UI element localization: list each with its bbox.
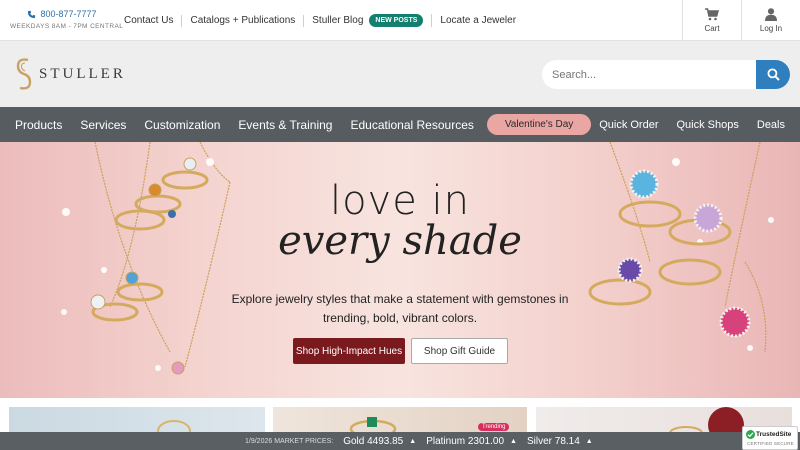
ticker-content: 1/9/2026 MARKET PRICES: Gold 4493.85 ▲ Pl…	[245, 432, 593, 450]
phone-icon	[28, 10, 36, 18]
blog-label: Stuller Blog	[312, 14, 364, 26]
hero-buttons: Shop High-Impact Hues Shop Gift Guide	[293, 338, 508, 364]
main-nav: Products Services Customization Events &…	[0, 107, 800, 142]
nav-right: Quick Order Quick Shops Deals	[590, 107, 794, 142]
login-button[interactable]: Log In	[741, 0, 800, 41]
nav-services[interactable]: Services	[71, 118, 135, 132]
platinum-price-value: Platinum 2301.00	[426, 435, 505, 447]
gold-price-value: Gold 4493.85	[343, 435, 404, 447]
promo-tiles	[0, 398, 800, 437]
market-ticker: 1/9/2026 MARKET PRICES: Gold 4493.85 ▲ Pl…	[0, 432, 800, 450]
catalogs-link[interactable]: Catalogs + Publications	[182, 14, 305, 27]
hero-title-line2: every shade	[278, 218, 522, 264]
up-arrow-icon: ▲	[409, 437, 417, 445]
hero-banner[interactable]: love in every shade Explore jewelry styl…	[0, 142, 800, 398]
phone-number: 800-877-7777	[40, 9, 97, 19]
cart-label: Cart	[704, 24, 720, 33]
shop-gift-guide-button[interactable]: Shop Gift Guide	[411, 338, 508, 364]
cart-icon	[705, 8, 719, 21]
logo-search-band: STULLER	[0, 41, 800, 107]
gold-price: Gold 4493.85 ▲	[343, 436, 416, 447]
nav-products[interactable]: Products	[6, 118, 71, 132]
hero-description: Explore jewelry styles that make a state…	[231, 292, 569, 325]
contact-us-label: Contact Us	[124, 14, 174, 26]
silver-price: Silver 78.14 ▲	[527, 436, 593, 447]
up-arrow-icon: ▲	[510, 437, 517, 445]
trustedsite-name: TrustedSite	[756, 431, 792, 438]
phone-link[interactable]: 800-877-7777	[10, 9, 114, 19]
top-links: Contact Us Catalogs + Publications Stull…	[124, 14, 524, 27]
market-date-label: 1/9/2026 MARKET PRICES:	[245, 437, 334, 445]
contact-us-link[interactable]: Contact Us	[124, 14, 183, 27]
locate-jeweler-label: Locate a Jeweler	[440, 14, 517, 26]
top-utility-bar: 800-877-7777 WEEKDAYS 8AM - 7PM CENTRAL …	[0, 0, 800, 41]
nav-quick-order[interactable]: Quick Order	[590, 119, 667, 131]
shop-high-impact-button[interactable]: Shop High-Impact Hues	[293, 338, 405, 364]
login-label: Log In	[759, 24, 783, 33]
silver-price-value: Silver 78.14	[526, 435, 580, 447]
trustedsite-badge[interactable]: TrustedSite CERTIFIED SECURE	[742, 426, 798, 450]
nav-customization[interactable]: Customization	[135, 118, 229, 132]
logo-wordmark: STULLER	[39, 65, 126, 82]
trustedsite-subtitle: CERTIFIED SECURE	[747, 441, 794, 446]
stuller-logo[interactable]: STULLER	[14, 57, 126, 91]
user-icon	[765, 8, 777, 21]
cart-button[interactable]: Cart	[682, 0, 741, 41]
trending-badge: Trending	[478, 423, 510, 431]
nav-left: Products Services Customization Events &…	[6, 107, 592, 142]
search-icon	[767, 68, 780, 81]
blog-link[interactable]: Stuller Blog NEW POSTS	[304, 14, 433, 27]
trustedsite-check-icon	[746, 430, 755, 439]
catalogs-label: Catalogs + Publications	[190, 14, 296, 26]
platinum-price: Platinum 2301.00 ▲	[426, 436, 517, 447]
locate-jeweler-link[interactable]: Locate a Jeweler	[432, 15, 524, 27]
new-posts-badge: NEW POSTS	[369, 14, 424, 27]
nav-deals[interactable]: Deals	[748, 119, 794, 131]
search-button[interactable]	[756, 60, 790, 89]
nav-educational-resources[interactable]: Educational Resources	[341, 118, 482, 132]
nav-events-training[interactable]: Events & Training	[229, 118, 341, 132]
up-arrow-icon: ▲	[585, 437, 593, 445]
nav-quick-shops[interactable]: Quick Shops	[668, 119, 748, 131]
search-input[interactable]	[542, 60, 756, 89]
stuller-logo-mark	[16, 58, 32, 90]
search-bar	[542, 60, 790, 89]
phone-block: 800-877-7777 WEEKDAYS 8AM - 7PM CENTRAL	[10, 9, 124, 30]
business-hours: WEEKDAYS 8AM - 7PM CENTRAL	[10, 23, 124, 30]
valentines-day-button[interactable]: Valentine's Day	[486, 114, 592, 135]
